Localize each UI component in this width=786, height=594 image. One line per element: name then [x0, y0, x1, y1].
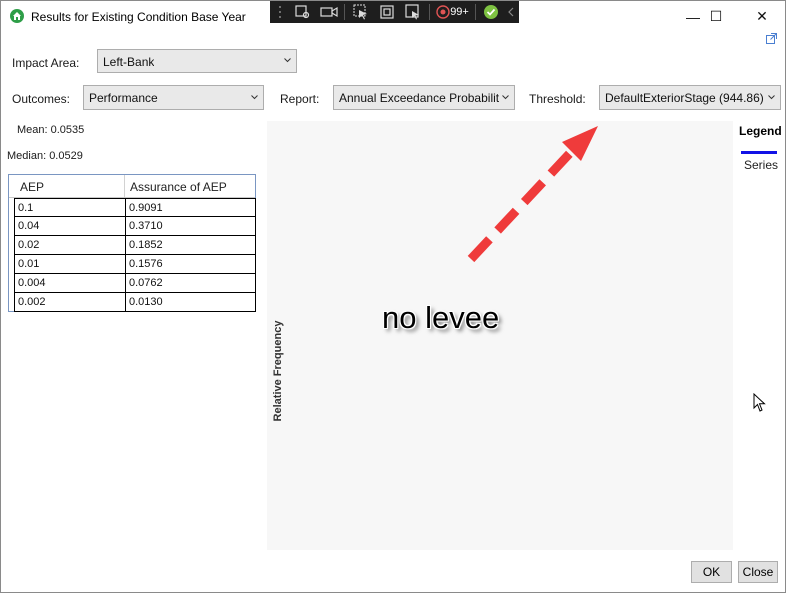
aep-table[interactable]: AEP Assurance of AEP 0.1 0.9091 0.04 0.3… [8, 174, 256, 312]
legend-title: Legend [739, 124, 782, 138]
cell-divider [125, 293, 126, 311]
table-row[interactable]: 0.04 0.3710 [14, 217, 256, 236]
maximize-button[interactable]: ☐ [693, 1, 739, 32]
table-cell-assurance: 0.9091 [129, 202, 163, 214]
table-cell-aep: 0.1 [18, 202, 34, 214]
table-row[interactable]: 0.002 0.0130 [14, 293, 256, 312]
cell-divider [125, 255, 126, 273]
cell-divider [125, 199, 126, 217]
debug-toolbar: 99+ [270, 1, 519, 23]
column-header-aep[interactable]: AEP [20, 180, 44, 194]
popout-icon[interactable] [766, 33, 777, 44]
table-cell-assurance: 0.1852 [129, 239, 163, 251]
outcomes-label: Outcomes: [12, 92, 71, 106]
toolbar-separator [475, 4, 477, 20]
impact-area-label: Impact Area: [12, 56, 80, 70]
toolbar-separator [344, 4, 346, 20]
toolbar-separator [428, 4, 430, 20]
chevron-down-icon [284, 58, 291, 63]
report-dropdown[interactable]: Annual Exceedance Probabilit [333, 85, 515, 110]
relative-frequency-plot[interactable] [267, 121, 733, 550]
legend-series-swatch [741, 151, 777, 154]
drag-handle-icon[interactable] [270, 1, 290, 23]
select-element-icon[interactable] [348, 1, 374, 23]
close-button[interactable]: Close [738, 561, 778, 583]
impact-area-value: Left-Bank [103, 55, 155, 69]
track-focus-icon[interactable] [400, 1, 426, 23]
results-window: Results for Existing Condition Base Year [0, 0, 786, 593]
threshold-value: DefaultExteriorStage (944.86) [605, 91, 764, 105]
cell-divider [125, 274, 126, 292]
threshold-dropdown[interactable]: DefaultExteriorStage (944.86) [599, 85, 781, 110]
table-cell-assurance: 0.3710 [129, 220, 163, 232]
title-bar[interactable]: Results for Existing Condition Base Year [1, 1, 785, 32]
ok-button[interactable]: OK [691, 561, 732, 583]
table-header: AEP Assurance of AEP [9, 175, 255, 198]
median-value: Median: 0.0529 [7, 150, 83, 162]
annotation-text: no levee [382, 300, 500, 335]
column-divider [124, 175, 125, 197]
report-value: Annual Exceedance Probabilit [339, 91, 499, 105]
binding-failures-count: 99+ [450, 6, 469, 18]
chevron-down-icon [768, 95, 775, 100]
cell-divider [125, 217, 126, 235]
outcomes-value: Performance [89, 91, 158, 105]
chevron-down-icon [502, 95, 509, 100]
outcomes-dropdown[interactable]: Performance [83, 85, 264, 110]
plot-y-axis-label: Relative Frequency [272, 320, 284, 422]
table-row[interactable]: 0.01 0.1576 [14, 255, 256, 274]
table-row[interactable]: 0.004 0.0762 [14, 274, 256, 293]
column-header-assurance[interactable]: Assurance of AEP [130, 180, 227, 194]
collapse-toolbar-icon[interactable] [503, 1, 519, 23]
cell-divider [125, 236, 126, 254]
table-row[interactable]: 0.1 0.9091 [14, 198, 256, 217]
window-title: Results for Existing Condition Base Year [31, 10, 246, 24]
video-record-icon[interactable] [316, 1, 342, 23]
binding-failures-indicator[interactable]: 99+ [433, 1, 473, 23]
table-cell-aep: 0.01 [18, 258, 40, 270]
impact-area-dropdown[interactable]: Left-Bank [97, 49, 297, 73]
close-window-button[interactable]: ✕ [739, 1, 785, 32]
table-cell-assurance: 0.0762 [129, 277, 163, 289]
app-home-icon [10, 9, 24, 23]
table-cell-aep: 0.004 [18, 277, 46, 289]
table-cell-assurance: 0.1576 [129, 258, 163, 270]
mean-value: Mean: 0.0535 [17, 124, 85, 136]
binding-failure-icon [436, 5, 450, 19]
chevron-down-icon [251, 95, 258, 100]
table-row[interactable]: 0.02 0.1852 [14, 236, 256, 255]
threshold-label: Threshold: [529, 92, 586, 106]
live-visual-tree-icon[interactable] [290, 1, 316, 23]
table-cell-aep: 0.002 [18, 296, 46, 308]
table-cell-aep: 0.02 [18, 239, 40, 251]
hot-reload-check-icon[interactable] [479, 1, 503, 23]
mouse-pointer-icon [753, 393, 766, 412]
table-cell-assurance: 0.0130 [129, 296, 163, 308]
display-layout-adorners-icon[interactable] [374, 1, 400, 23]
report-label: Report: [280, 92, 320, 106]
table-cell-aep: 0.04 [18, 220, 40, 232]
legend-series-label: Series [744, 158, 779, 172]
